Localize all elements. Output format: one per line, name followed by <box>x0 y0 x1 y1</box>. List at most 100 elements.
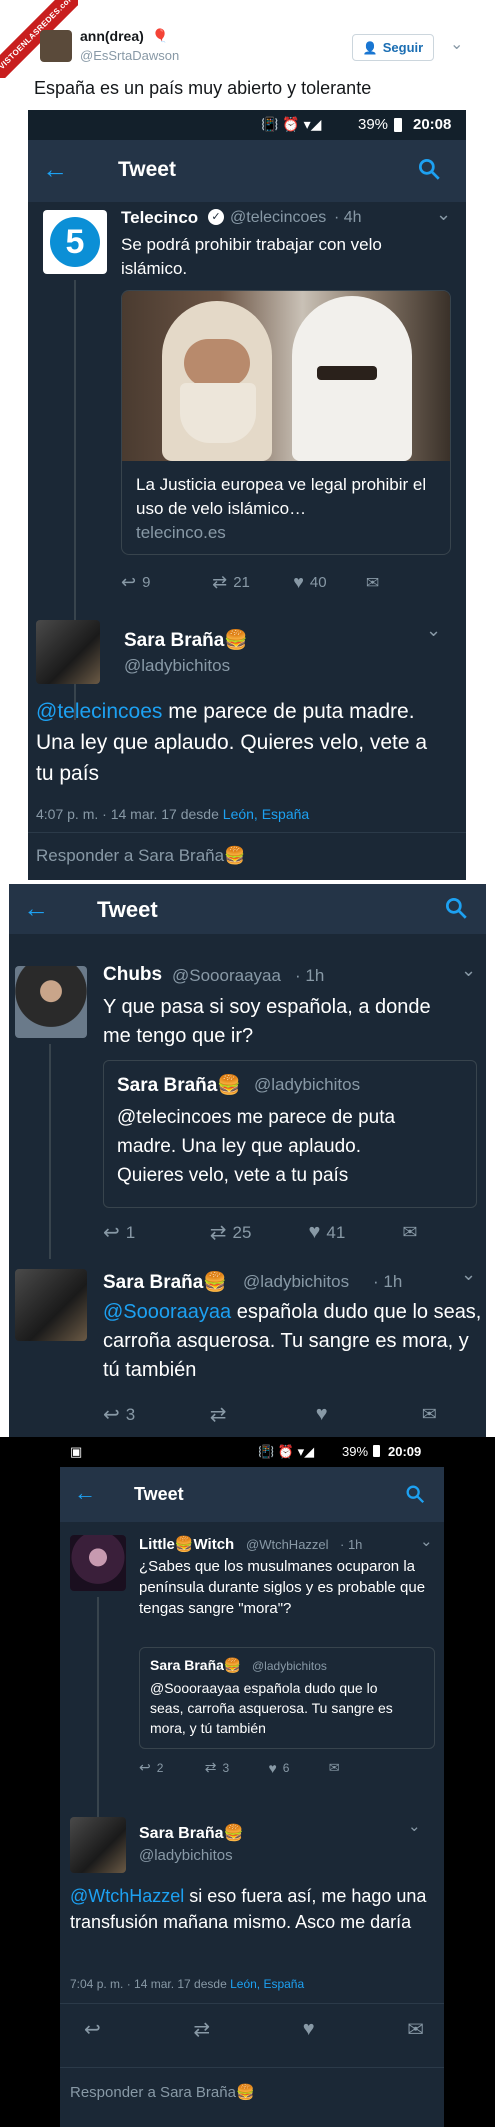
follow-button[interactable]: 👤 Seguir <box>352 34 434 61</box>
screenshot-1: 📳 ⏰ ▾◢ 39% 20:08 ← Tweet 5 Telecinco ✓ @… <box>28 110 466 880</box>
back-arrow-icon[interactable]: ← <box>42 154 68 185</box>
tweet-body: @Soooraayaa española dudo que lo seas, c… <box>103 1298 483 1385</box>
reply-icon[interactable]: ↩ <box>121 572 136 593</box>
author-name[interactable]: ann(drea) <box>80 28 144 44</box>
chevron-down-icon[interactable]: ⌄ <box>461 960 476 981</box>
quote-text: @telecincoes me parece de puta madre. Un… <box>117 1107 396 1186</box>
telecinco-avatar[interactable]: 5 <box>43 210 107 274</box>
reply-icon[interactable]: ↩ <box>103 1402 120 1427</box>
tweet-author-name[interactable]: Sara Braña🍔 <box>124 628 248 652</box>
like-icon[interactable]: ♥ <box>316 1403 416 1426</box>
location-link[interactable]: León, España <box>223 806 309 822</box>
tweet-author-handle[interactable]: @ladybichitos <box>139 1847 233 1864</box>
retweet-icon[interactable]: ⇄ <box>193 2017 210 2042</box>
mention-link[interactable]: @Soooraayaa <box>103 1301 231 1323</box>
tweet-author-handle[interactable]: @ladybichitos <box>124 656 230 676</box>
tweet-author-name[interactable]: Chubs <box>103 964 162 986</box>
chubs-avatar[interactable] <box>15 966 87 1038</box>
search-icon[interactable] <box>416 156 442 182</box>
like-icon[interactable]: ♥ <box>303 2018 315 2041</box>
back-arrow-icon[interactable]: ← <box>74 1480 96 1506</box>
reply-count: 2 <box>156 1760 164 1775</box>
screenshot-2: ← Tweet Chubs @Soooraayaa · 1h ⌄ Y que p… <box>9 884 486 1437</box>
reply-input[interactable]: Responder a Sara Braña🍔 <box>36 846 245 866</box>
like-count: 40 <box>309 574 327 591</box>
like-icon[interactable]: ♥ <box>293 572 304 593</box>
sara-avatar[interactable] <box>15 1269 87 1341</box>
tweet-age: · 1h <box>295 966 325 985</box>
retweet-icon[interactable]: ⇄ <box>212 572 227 593</box>
tweet-text: Y que pasa si soy española, a donde me t… <box>103 996 431 1047</box>
tweet-author-handle[interactable]: @WtchHazzel <box>246 1537 329 1552</box>
chevron-down-icon[interactable]: ⌄ <box>426 620 441 641</box>
tweet-author-name[interactable]: Telecinco <box>121 208 198 228</box>
reply-icon[interactable]: ↩ <box>139 1759 151 1776</box>
avatar[interactable] <box>40 30 72 62</box>
reply-icon[interactable]: ↩ <box>103 1220 120 1245</box>
like-icon[interactable]: ♥ <box>268 1760 276 1776</box>
battery-icon <box>373 1445 380 1457</box>
tweet-body: @telecincoes me parece de puta madre. Un… <box>36 696 446 789</box>
app-bar: ← Tweet <box>28 140 466 202</box>
reply-input[interactable]: Responder a Sara Braña🍔 <box>70 2083 255 2101</box>
tweet-author-name[interactable]: Sara Braña🍔 <box>103 1270 227 1294</box>
tweet-author-name[interactable]: Little🍔Witch <box>139 1535 234 1553</box>
tweet-author-handle[interactable]: @telecincoes <box>230 209 326 227</box>
message-icon[interactable]: ✉ <box>402 1222 417 1243</box>
add-user-icon: 👤 <box>362 40 378 55</box>
app-title: Tweet <box>118 158 176 181</box>
message-icon[interactable]: ✉ <box>407 2017 424 2042</box>
retweet-icon[interactable]: ⇄ <box>210 1220 227 1245</box>
tweet-meta: 7:04 p. m. · 14 mar. 17 desde León, Espa… <box>70 1977 304 1991</box>
quoted-tweet[interactable]: Sara Braña🍔 @ladybichitos @Soooraayaa es… <box>139 1647 435 1749</box>
sara-avatar[interactable] <box>70 1817 126 1873</box>
divider <box>60 2067 444 2068</box>
status-icons: 📳 ⏰ ▾◢ <box>261 116 322 132</box>
chevron-down-icon[interactable]: ⌄ <box>408 1817 421 1835</box>
reply-icon[interactable]: ↩ <box>84 2017 101 2042</box>
telecinco-logo: 5 <box>50 217 100 267</box>
author-handle[interactable]: @EsSrtaDawson <box>80 48 179 63</box>
chevron-down-icon[interactable]: ⌄ <box>420 1532 433 1550</box>
location-link[interactable]: León, España <box>230 1977 304 1991</box>
balloon-icon: 🎈 <box>152 28 169 43</box>
search-icon[interactable] <box>443 895 469 921</box>
thread-line <box>97 1597 99 1822</box>
back-arrow-icon[interactable]: ← <box>23 893 49 924</box>
tweet-text: ¿Sabes que los musulmanes ocuparon la pe… <box>139 1558 426 1617</box>
verified-icon: ✓ <box>208 209 224 225</box>
tweet-text: España es un país muy abierto y tolerant… <box>34 78 372 98</box>
chevron-down-icon[interactable]: ⌄ <box>461 1264 476 1285</box>
app-title: Tweet <box>97 897 158 922</box>
tweet-author-handle[interactable]: @ladybichitos <box>243 1272 349 1292</box>
message-icon[interactable]: ✉ <box>422 1404 437 1425</box>
mention-link[interactable]: @telecincoes <box>36 700 162 723</box>
quoted-tweet[interactable]: Sara Braña🍔 @ladybichitos @telecincoes m… <box>103 1060 477 1208</box>
link-card[interactable]: La Justicia europea ve legal prohibir el… <box>121 290 451 555</box>
chevron-down-icon[interactable]: ⌄ <box>450 34 463 54</box>
tweet-age: · 1h <box>340 1537 363 1552</box>
mention-link[interactable]: @WtchHazzel <box>70 1886 184 1906</box>
quote-author-handle: @ladybichitos <box>252 1659 327 1673</box>
message-icon[interactable]: ✉ <box>366 573 379 593</box>
chevron-down-icon[interactable]: ⌄ <box>436 204 451 225</box>
tweet-body: @WtchHazzel si eso fuera así, me hago un… <box>70 1883 430 1935</box>
app-bar: ← Tweet <box>60 1467 444 1522</box>
status-time: 20:09 <box>388 1444 422 1459</box>
message-icon[interactable]: ✉ <box>329 1760 340 1776</box>
sara-avatar[interactable] <box>36 620 100 684</box>
screenshot-3: ▣ 📳 ⏰ ▾◢ 39% 20:09 ← Tweet Little🍔Witch … <box>60 1437 444 2127</box>
like-icon[interactable]: ♥ <box>309 1221 321 1244</box>
retweet-icon[interactable]: ⇄ <box>210 1402 310 1427</box>
like-count: 41 <box>326 1222 346 1242</box>
status-time: 20:08 <box>413 116 452 133</box>
app-title: Tweet <box>134 1484 184 1504</box>
action-bar: ↩ 9 ⇄ 21 ♥ 40 ✉ <box>121 572 451 593</box>
retweet-icon[interactable]: ⇄ <box>205 1759 217 1776</box>
tweet-author-name[interactable]: Sara Braña🍔 <box>139 1823 243 1843</box>
witch-avatar[interactable] <box>70 1535 126 1591</box>
search-icon[interactable] <box>404 1483 426 1505</box>
tweet-author-handle[interactable]: @Soooraayaa <box>172 966 281 986</box>
quote-text: @Soooraayaa española dudo que lo seas, c… <box>150 1680 393 1736</box>
card-title: La Justicia europea ve legal prohibir el… <box>136 475 427 518</box>
